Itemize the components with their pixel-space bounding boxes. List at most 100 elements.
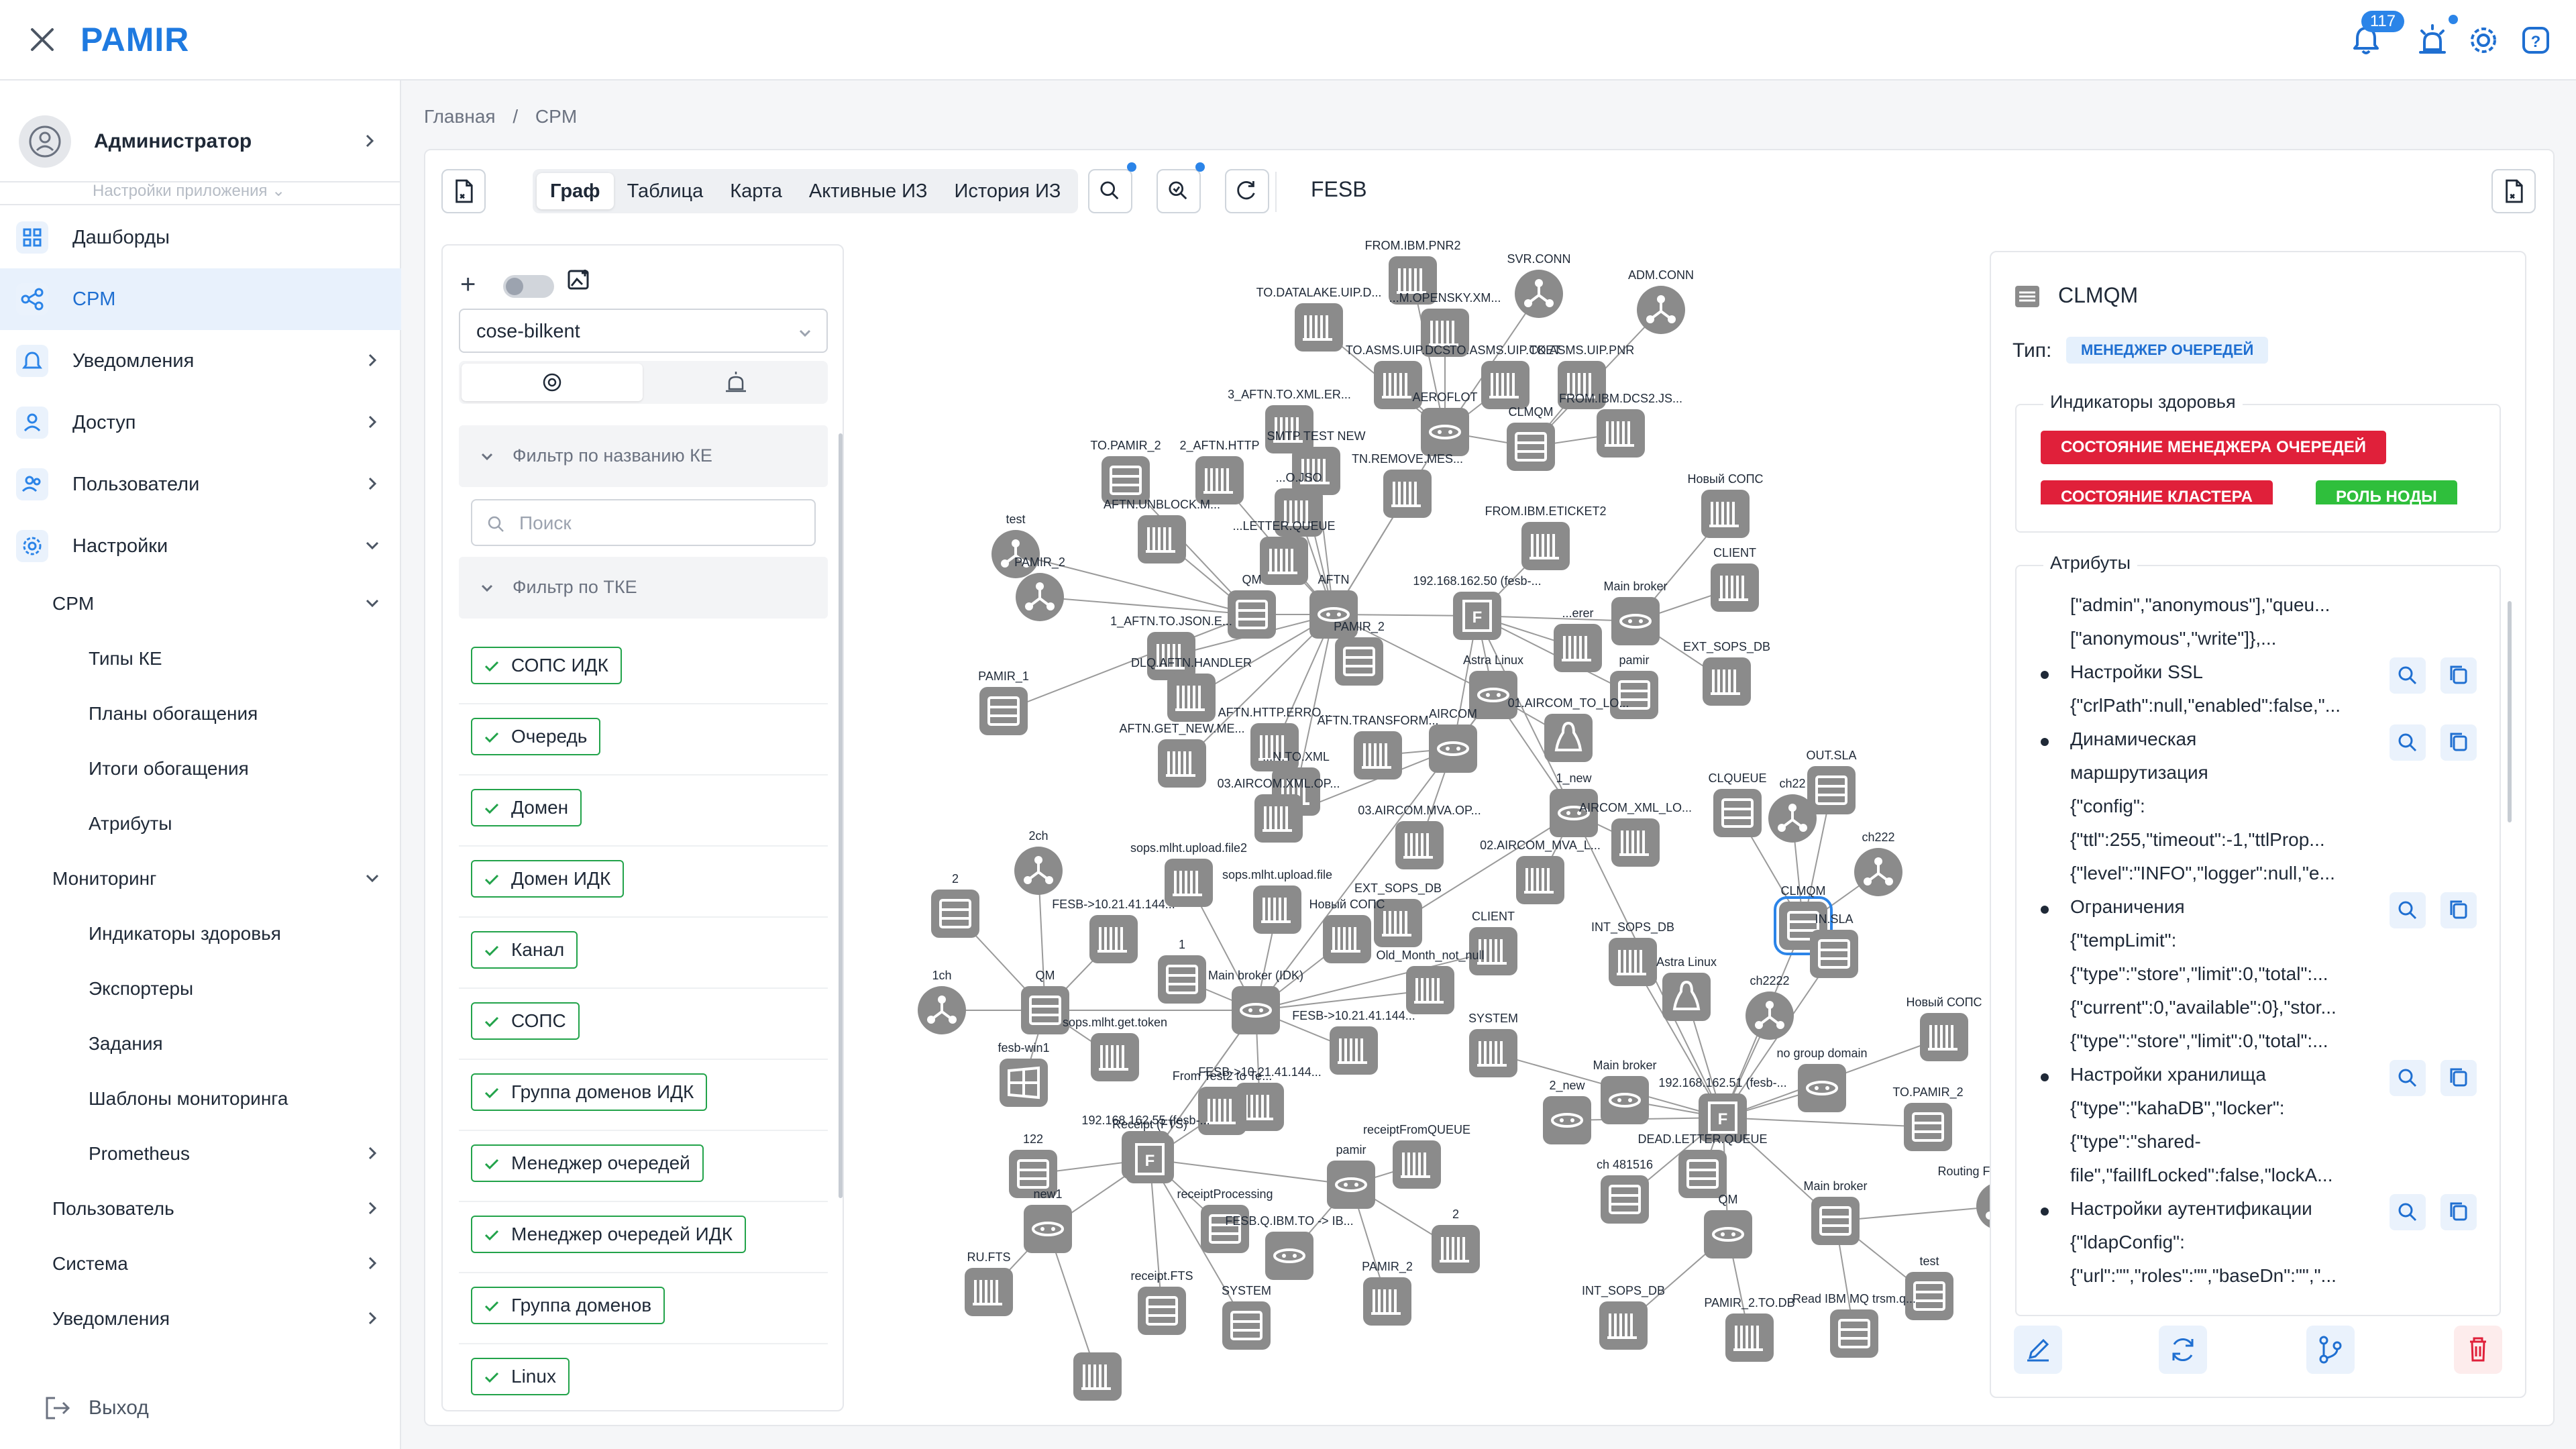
channel-node[interactable] [1327, 1161, 1375, 1209]
branch-button[interactable] [2306, 1326, 2355, 1374]
tab-map[interactable]: Карта [716, 173, 796, 209]
channel-node[interactable] [1601, 1076, 1649, 1124]
channel-node[interactable] [1429, 724, 1477, 773]
alarm-segment-icon[interactable] [645, 364, 826, 401]
sidebar-sub-ke-types[interactable]: Типы КЕ [89, 648, 162, 669]
channel-node[interactable] [1611, 597, 1660, 645]
search-button[interactable] [1088, 169, 1132, 213]
search-input[interactable] [518, 511, 800, 535]
sidebar-sub-attributes[interactable]: Атрибуты [89, 813, 172, 835]
queue-node[interactable] [1725, 1313, 1774, 1362]
linux-node[interactable] [1544, 714, 1593, 762]
add-button[interactable]: + [460, 270, 476, 300]
scrollbar[interactable] [2508, 601, 2512, 822]
queue-manager-node[interactable] [1201, 1205, 1249, 1253]
sidebar-item-notifications[interactable]: Уведомления [0, 330, 401, 392]
name-filter-header[interactable]: Фильтр по названию КЕ [459, 425, 828, 487]
sidebar-sub-system[interactable]: Система [52, 1253, 128, 1275]
queue-node[interactable] [1073, 1352, 1122, 1401]
filter-chip[interactable]: Менеджер очередей ИДК [471, 1216, 746, 1253]
queue-manager-node[interactable] [1904, 1103, 1952, 1151]
alarm-icon[interactable] [2412, 20, 2453, 60]
queue-manager-node[interactable] [1335, 637, 1383, 686]
queue-node[interactable] [1432, 1225, 1480, 1273]
sidebar-item-users[interactable]: Пользователи [0, 453, 401, 515]
filter-chip[interactable]: Группа доменов ИДК [471, 1073, 708, 1111]
sidebar-sub-user[interactable]: Пользователь [52, 1198, 174, 1220]
hub-node[interactable] [1016, 573, 1064, 621]
health-badge-cluster[interactable]: СОСТОЯНИЕ КЛАСТЕРА [2041, 480, 2273, 504]
export-file-button[interactable] [441, 169, 486, 213]
queue-manager-node[interactable] [979, 687, 1028, 735]
refresh-button[interactable] [1225, 169, 1269, 213]
sidebar-sub-monitoring-templates[interactable]: Шаблоны мониторинга [89, 1088, 288, 1110]
queue-node[interactable] [1521, 522, 1570, 570]
attr-copy-button[interactable] [2440, 892, 2477, 928]
queue-node[interactable] [1167, 674, 1216, 722]
queue-manager-node[interactable] [1811, 1197, 1860, 1245]
filter-chip[interactable]: Менеджер очередей [471, 1144, 704, 1182]
tab-active-incidents[interactable]: Активные ИЗ [796, 173, 941, 209]
sidebar-sub-monitoring[interactable]: Мониторинг [52, 868, 156, 890]
queue-manager-node[interactable] [931, 890, 979, 938]
attr-copy-button[interactable] [2440, 724, 2477, 761]
queue-manager-node[interactable] [1810, 930, 1858, 978]
sidebar-sub-cpm[interactable]: CPM [52, 593, 94, 614]
layout-select[interactable]: cose-bilkent [459, 309, 828, 353]
queue-node[interactable] [1198, 1087, 1246, 1135]
queue-node[interactable] [965, 1268, 1013, 1316]
queue-node[interactable] [1295, 303, 1343, 352]
filter-chip[interactable]: СОПС [471, 1002, 580, 1040]
attr-search-button[interactable] [2390, 1060, 2426, 1096]
queue-node[interactable] [1920, 1013, 1968, 1061]
hub-node[interactable] [1014, 847, 1063, 895]
hub-node[interactable] [918, 986, 966, 1034]
sync-button[interactable] [2159, 1326, 2207, 1374]
queue-node[interactable] [1711, 564, 1759, 612]
sidebar-sub-tasks[interactable]: Задания [89, 1033, 163, 1055]
hub-node[interactable] [1854, 848, 1902, 896]
sidebar-item-dashboards[interactable]: Дашборды [0, 207, 401, 268]
zoom-search-button[interactable] [1157, 169, 1201, 213]
hub-node[interactable] [991, 530, 1040, 578]
windows-node[interactable] [1000, 1059, 1048, 1107]
domain-node[interactable]: F [1126, 1135, 1174, 1183]
attr-copy-button[interactable] [2440, 1194, 2477, 1230]
channel-node[interactable] [1543, 1096, 1591, 1144]
queue-node[interactable] [1158, 739, 1206, 788]
queue-node[interactable] [1254, 794, 1303, 843]
channel-node[interactable] [1024, 1205, 1072, 1253]
queue-node[interactable] [1395, 821, 1444, 869]
image-add-icon[interactable] [565, 266, 594, 295]
queue-node[interactable] [1609, 938, 1657, 986]
attr-copy-button[interactable] [2440, 657, 2477, 694]
tab-graph[interactable]: Граф [537, 173, 614, 209]
filter-chip[interactable]: Домен [471, 789, 582, 826]
queue-manager-node[interactable] [1507, 423, 1555, 471]
queue-node[interactable] [1597, 409, 1645, 458]
attr-copy-button[interactable] [2440, 1060, 2477, 1096]
export-right-button[interactable] [2491, 169, 2536, 213]
attr-search-button[interactable] [2390, 724, 2426, 761]
toggle-switch[interactable] [503, 275, 554, 298]
queue-node[interactable] [1554, 624, 1602, 672]
chevron-right-icon[interactable] [359, 130, 380, 152]
queue-node[interactable] [1406, 966, 1454, 1014]
queue-manager-node[interactable] [1222, 1301, 1271, 1350]
tab-table[interactable]: Таблица [614, 173, 717, 209]
channel-node[interactable] [1265, 1232, 1313, 1280]
queue-node[interactable] [1393, 1140, 1441, 1189]
channel-node[interactable] [1704, 1210, 1752, 1258]
queue-node[interactable] [1611, 818, 1660, 867]
queue-manager-node[interactable] [1830, 1309, 1878, 1358]
tab-incident-history[interactable]: История ИЗ [941, 173, 1075, 209]
filter-chip[interactable]: Домен ИДК [471, 860, 625, 898]
queue-manager-node[interactable] [1713, 789, 1762, 837]
sidebar-sub-enrichment-plans[interactable]: Планы обогащения [89, 703, 258, 724]
attr-search-button[interactable] [2390, 892, 2426, 928]
queue-manager-node[interactable] [1601, 1175, 1649, 1224]
sidebar-item-cpm[interactable]: CPM [0, 268, 401, 330]
queue-node[interactable] [1330, 1026, 1378, 1075]
channel-node[interactable] [1798, 1064, 1846, 1112]
hub-node[interactable] [1746, 991, 1794, 1040]
